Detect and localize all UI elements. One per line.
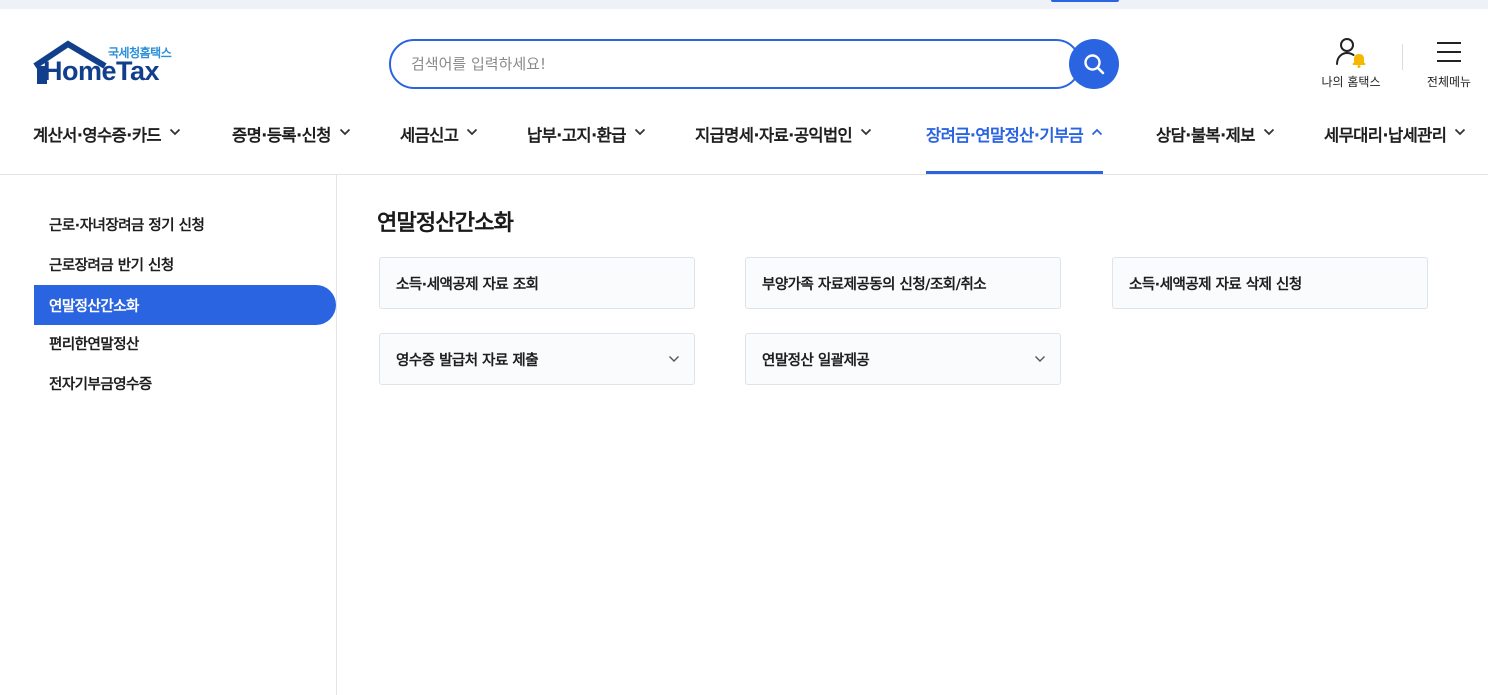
side-item-incentive-half[interactable]: 근로장려금 반기 신청 (34, 244, 336, 284)
global-nav: 계산서·영수증·카드 증명·등록·신청 세금신고 납부·고지·환급 지급명세·자… (0, 112, 1488, 174)
card-dependent-consent[interactable]: 부양가족 자료제공동의 신청/조회/취소 (745, 257, 1061, 309)
chevron-down-icon (861, 128, 872, 136)
card-label: 연말정산 일괄제공 (762, 352, 870, 369)
gnb-item-incentive-yearend-donation[interactable]: 장려금·연말정산·기부금 (926, 112, 1104, 174)
gnb-item-label: 지급명세·자료·공익법인 (695, 126, 853, 145)
side-item-e-donation-receipt[interactable]: 전자기부금영수증 (34, 363, 336, 403)
card-label: 소득·세액공제 자료 조회 (396, 276, 539, 293)
side-item-yearend-simplified[interactable]: 연말정산간소화 (34, 285, 336, 325)
search-icon (1084, 54, 1105, 75)
gnb-item-label: 납부·고지·환급 (527, 126, 626, 145)
gnb-item-payment-statement[interactable]: 지급명세·자료·공익법인 (695, 112, 872, 174)
top-strip (0, 0, 1488, 9)
chevron-up-icon (1092, 128, 1103, 136)
gnb-item-consult-appeal-report[interactable]: 상담·불복·제보 (1156, 112, 1275, 174)
chevron-down-icon (1455, 128, 1466, 136)
all-menu-button[interactable]: 전체메뉴 (1420, 36, 1478, 90)
chevron-down-icon (634, 128, 645, 136)
gnb-item-label: 상담·불복·제보 (1156, 126, 1255, 145)
page-title: 연말정산간소화 (377, 211, 514, 236)
chevron-down-icon (339, 128, 350, 136)
side-item-incentive-regular[interactable]: 근로·자녀장려금 정기 신청 (34, 204, 336, 244)
search-button[interactable] (1069, 39, 1119, 89)
hometax-logo[interactable]: 국세청홈택스 HomeTax (33, 40, 188, 92)
card-label: 부양가족 자료제공동의 신청/조회/취소 (762, 276, 987, 293)
gnb-item-invoice-receipt-card[interactable]: 계산서·영수증·카드 (33, 112, 181, 174)
chevron-down-icon (1035, 356, 1045, 362)
chevron-down-icon (1263, 128, 1274, 136)
search-box (389, 39, 1081, 89)
search-input[interactable] (411, 41, 1061, 86)
my-hometax-button[interactable]: 나의 홈택스 (1314, 36, 1388, 90)
logo-title: HomeTax (43, 56, 160, 86)
chevron-down-icon (669, 356, 679, 362)
gnb-item-certificate-registration[interactable]: 증명·등록·신청 (232, 112, 351, 174)
gnb-item-payment-refund[interactable]: 납부·고지·환급 (527, 112, 646, 174)
all-menu-label: 전체메뉴 (1426, 75, 1472, 89)
card-label: 영수증 발급처 자료 제출 (396, 352, 539, 369)
user-bell-icon (1336, 38, 1366, 68)
chevron-down-icon (169, 128, 181, 136)
card-deduction-data-delete[interactable]: 소득·세액공제 자료 삭제 신청 (1112, 257, 1428, 309)
chevron-down-icon (467, 128, 478, 136)
gnb-item-label: 세무대리·납세관리 (1324, 126, 1447, 145)
top-strip-indicator (1051, 0, 1119, 2)
card-label: 소득·세액공제 자료 삭제 신청 (1129, 276, 1302, 293)
card-deduction-data-inquiry[interactable]: 소득·세액공제 자료 조회 (379, 257, 695, 309)
card-receipt-issuer-submit[interactable]: 영수증 발급처 자료 제출 (379, 333, 695, 385)
utility-divider (1402, 44, 1403, 70)
gnb-item-label: 장려금·연말정산·기부금 (926, 126, 1084, 145)
gnb-item-label: 계산서·영수증·카드 (33, 126, 162, 145)
hamburger-menu-icon (1437, 42, 1461, 62)
gnb-item-label: 세금신고 (400, 126, 459, 145)
my-hometax-label: 나의 홈택스 (1321, 75, 1381, 89)
gnb-item-tax-filing[interactable]: 세금신고 (400, 112, 478, 174)
gnb-item-label: 증명·등록·신청 (232, 126, 331, 145)
side-nav: 근로·자녀장려금 정기 신청 근로장려금 반기 신청 연말정산간소화 편리한연말… (0, 175, 337, 695)
gnb-item-tax-agent[interactable]: 세무대리·납세관리 (1324, 112, 1466, 174)
card-yearend-bulk-provide[interactable]: 연말정산 일괄제공 (745, 333, 1061, 385)
side-item-easy-yearend[interactable]: 편리한연말정산 (34, 323, 336, 363)
